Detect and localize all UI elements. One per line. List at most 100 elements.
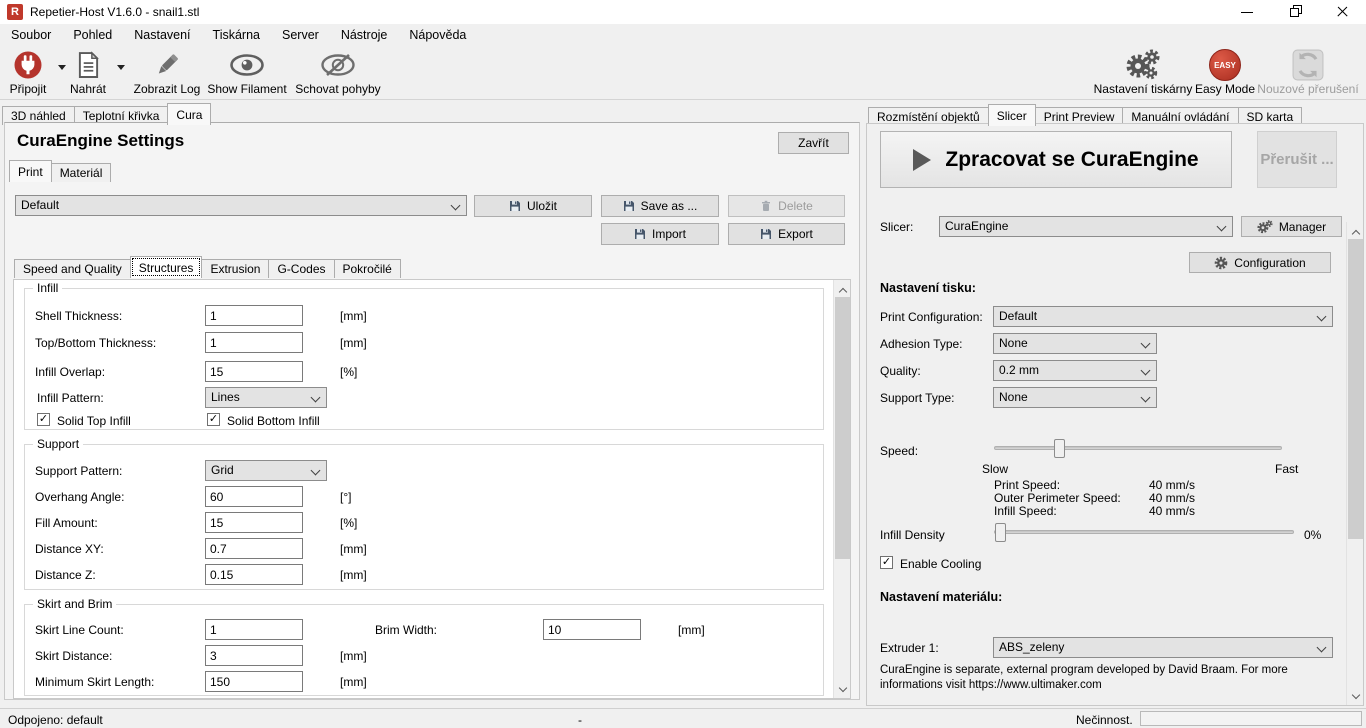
shell-thickness-input[interactable] bbox=[205, 305, 303, 326]
subtab-extrusion[interactable]: Extrusion bbox=[201, 259, 269, 278]
save-button[interactable]: Uložit bbox=[474, 195, 592, 217]
infill-speed-value: 40 mm/s bbox=[1149, 504, 1195, 518]
menu-napoveda[interactable]: Nápověda bbox=[398, 24, 477, 47]
profile-select[interactable]: Default bbox=[15, 195, 467, 216]
print-speed-value: 40 mm/s bbox=[1149, 478, 1195, 492]
app-icon: R bbox=[7, 4, 23, 20]
solid-top-infill-checkbox[interactable]: ✓ bbox=[37, 413, 50, 426]
activity-status: Nečinnost. bbox=[1076, 713, 1133, 727]
support-group: Support Support Pattern: Grid Overhang A… bbox=[24, 444, 824, 590]
menu-nastroje[interactable]: Nástroje bbox=[330, 24, 399, 47]
slicer-select[interactable]: CuraEngine bbox=[939, 216, 1233, 237]
material-settings-heading: Nastavení materiálu: bbox=[880, 590, 1002, 604]
status-bar: Odpojeno: default - Nečinnost. bbox=[0, 708, 1366, 728]
adhesion-type-select[interactable]: None bbox=[993, 333, 1157, 354]
emergency-stop-icon bbox=[1292, 49, 1324, 81]
right-scrollbar[interactable] bbox=[1346, 222, 1363, 705]
tab-material[interactable]: Materiál bbox=[51, 163, 112, 182]
infill-density-slider-thumb[interactable] bbox=[995, 523, 1006, 542]
close-panel-button[interactable]: Zavřít bbox=[778, 132, 849, 154]
load-dropdown-icon[interactable] bbox=[117, 65, 125, 70]
scroll-up-icon[interactable] bbox=[1347, 222, 1364, 239]
minimize-button[interactable] bbox=[1226, 0, 1271, 24]
load-button[interactable]: Nahrát bbox=[64, 49, 112, 99]
menu-soubor[interactable]: Soubor bbox=[0, 24, 62, 47]
scrollbar-thumb[interactable] bbox=[1348, 239, 1363, 539]
speed-label: Speed: bbox=[880, 444, 918, 458]
scroll-down-icon[interactable] bbox=[1347, 688, 1364, 705]
menu-nastaveni[interactable]: Nastavení bbox=[123, 24, 201, 47]
quality-select[interactable]: 0.2 mm bbox=[993, 360, 1157, 381]
easy-mode-icon: EASY bbox=[1209, 49, 1241, 81]
distance-xy-input[interactable] bbox=[205, 538, 303, 559]
infill-density-slider[interactable] bbox=[994, 530, 1294, 534]
minimum-skirt-length-input[interactable] bbox=[205, 671, 303, 692]
tab-cura[interactable]: Cura bbox=[167, 103, 211, 125]
infill-pattern-select[interactable]: Lines bbox=[205, 387, 327, 408]
infill-density-label: Infill Density bbox=[880, 528, 945, 542]
fill-amount-input[interactable] bbox=[205, 512, 303, 533]
infill-overlap-input[interactable] bbox=[205, 361, 303, 382]
scroll-up-icon[interactable] bbox=[834, 280, 851, 297]
curaengine-info-text: CuraEngine is separate, external program… bbox=[880, 663, 1342, 693]
manager-button[interactable]: Manager bbox=[1241, 216, 1342, 237]
tab-print[interactable]: Print bbox=[9, 160, 52, 182]
subtab-pokrocile[interactable]: Pokročilé bbox=[334, 259, 401, 278]
show-log-button[interactable]: Zobrazit Log bbox=[128, 49, 206, 99]
scroll-down-icon[interactable] bbox=[834, 681, 851, 698]
overhang-angle-input[interactable] bbox=[205, 486, 303, 507]
connection-status: Odpojeno: default bbox=[8, 713, 103, 727]
close-button[interactable] bbox=[1320, 0, 1365, 24]
connect-button[interactable]: Připojit bbox=[2, 49, 54, 99]
progress-bar bbox=[1140, 711, 1362, 726]
hide-moves-button[interactable]: Schovat pohyby bbox=[292, 49, 384, 99]
floppy-icon bbox=[623, 200, 635, 212]
solid-bottom-infill-checkbox[interactable]: ✓ bbox=[207, 413, 220, 426]
scrollbar-thumb[interactable] bbox=[835, 297, 850, 559]
chevron-down-icon bbox=[311, 393, 321, 403]
right-panel: Rozmístění objektů Slicer Print Preview … bbox=[866, 104, 1364, 706]
gear-icon bbox=[1214, 256, 1228, 270]
chevron-down-icon bbox=[1141, 393, 1151, 403]
structures-content: Infill Shell Thickness: [mm] Top/Bottom … bbox=[13, 279, 851, 699]
menu-server[interactable]: Server bbox=[271, 24, 330, 47]
brim-width-input[interactable] bbox=[543, 619, 641, 640]
skirt-brim-group: Skirt and Brim Skirt Line Count: Brim Wi… bbox=[24, 604, 824, 696]
subtab-structures[interactable]: Structures bbox=[130, 256, 203, 278]
show-filament-button[interactable]: Show Filament bbox=[202, 49, 292, 99]
panel-title: CuraEngine Settings bbox=[17, 131, 184, 151]
chevron-down-icon bbox=[1317, 312, 1327, 322]
status-center: - bbox=[578, 713, 582, 727]
top-bottom-thickness-input[interactable] bbox=[205, 332, 303, 353]
menu-pohled[interactable]: Pohled bbox=[62, 24, 123, 47]
configuration-button[interactable]: Configuration bbox=[1189, 252, 1331, 273]
kill-slicing-button: Přerušit ... bbox=[1257, 131, 1337, 188]
distance-z-input[interactable] bbox=[205, 564, 303, 585]
speed-slider-thumb[interactable] bbox=[1054, 439, 1065, 458]
toolbar: Připojit Nahrát Zobrazit Log bbox=[0, 47, 1366, 100]
slice-button[interactable]: Zpracovat se CuraEngine bbox=[880, 131, 1232, 188]
print-configuration-select[interactable]: Default bbox=[993, 306, 1333, 327]
enable-cooling-checkbox[interactable]: ✓ bbox=[880, 556, 893, 569]
eye-slash-icon bbox=[320, 49, 356, 81]
support-pattern-select[interactable]: Grid bbox=[205, 460, 327, 481]
subtab-gcodes[interactable]: G-Codes bbox=[268, 259, 334, 278]
menu-tiskarna[interactable]: Tiskárna bbox=[202, 24, 271, 47]
skirt-line-count-input[interactable] bbox=[205, 619, 303, 640]
restore-button[interactable] bbox=[1273, 0, 1318, 24]
export-button[interactable]: Export bbox=[728, 223, 845, 245]
eye-icon bbox=[229, 49, 265, 81]
support-type-select[interactable]: None bbox=[993, 387, 1157, 408]
extruder-material-select[interactable]: ABS_zeleny bbox=[993, 637, 1333, 658]
skirt-distance-input[interactable] bbox=[205, 645, 303, 666]
tab-slicer[interactable]: Slicer bbox=[988, 104, 1036, 126]
title-bar: R Repetier-Host V1.6.0 - snail1.stl bbox=[0, 0, 1366, 24]
easy-mode-button[interactable]: EASY Easy Mode bbox=[1190, 49, 1260, 99]
printer-settings-button[interactable]: Nastavení tiskárny bbox=[1083, 49, 1203, 99]
import-button[interactable]: Import bbox=[601, 223, 719, 245]
subtab-speed-quality[interactable]: Speed and Quality bbox=[14, 259, 131, 278]
settings-scrollbar[interactable] bbox=[833, 280, 850, 698]
play-icon bbox=[913, 149, 931, 171]
save-as-button[interactable]: Save as ... bbox=[601, 195, 719, 217]
speed-slider[interactable] bbox=[994, 446, 1282, 450]
